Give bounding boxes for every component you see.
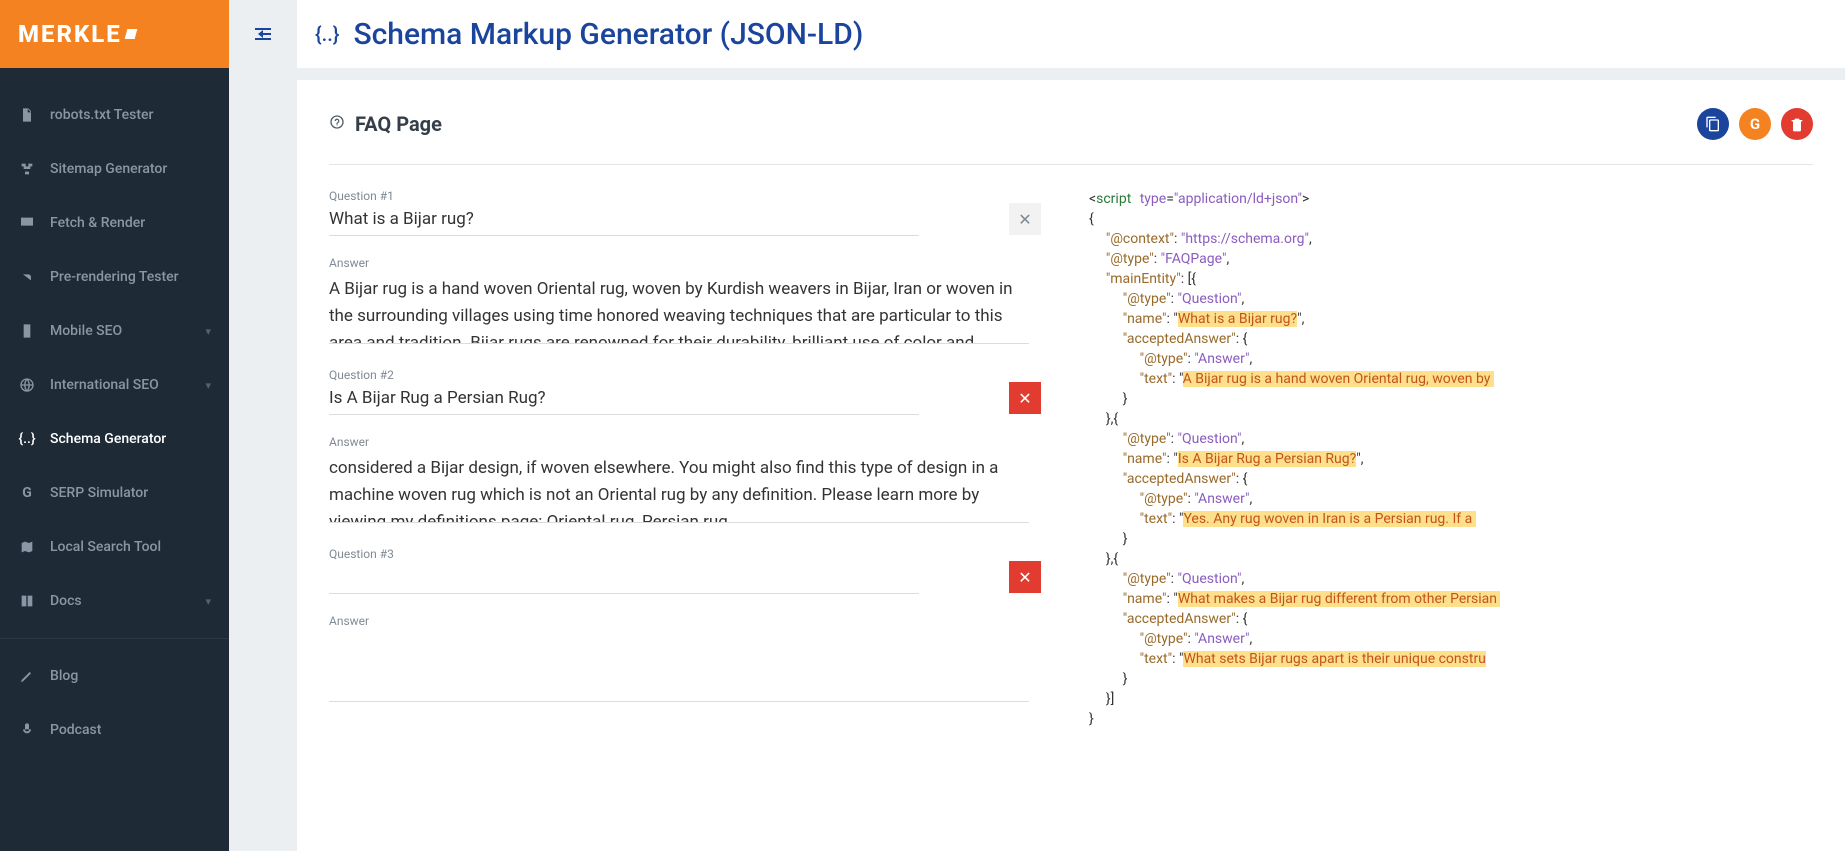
braces-icon: {..}: [315, 22, 339, 46]
nav-label: Pre-rendering Tester: [50, 269, 179, 285]
question-input[interactable]: [329, 563, 919, 594]
sidebar-item-docs[interactable]: Docs ▾: [0, 574, 229, 628]
file-icon: [18, 106, 36, 124]
nav-label: Docs: [50, 593, 82, 609]
book-icon: [18, 592, 36, 610]
answer-textarea[interactable]: considered a Bijar design, if woven else…: [329, 451, 1029, 523]
branch-icon: [18, 268, 36, 286]
chevron-down-icon: ▾: [205, 325, 211, 338]
sidebar-item-podcast[interactable]: Podcast: [0, 703, 229, 757]
card-title: FAQ Page: [355, 112, 442, 136]
sitemap-icon: [18, 160, 36, 178]
pen-icon: [18, 667, 36, 685]
sidebar-item-fetch-render[interactable]: Fetch & Render: [0, 196, 229, 250]
form-column: Question #1✕AnswerA Bijar rug is a hand …: [329, 189, 1049, 851]
nav-label: Mobile SEO: [50, 323, 122, 339]
monitor-icon: [18, 214, 36, 232]
logo-mark: [124, 29, 137, 39]
sidebar: MERKLE robots.txt Tester Sitemap Generato…: [0, 0, 229, 851]
sidebar-item-pre-rendering-tester[interactable]: Pre-rendering Tester: [0, 250, 229, 304]
delete-button[interactable]: [1781, 108, 1813, 140]
brand-text: MERKLE: [18, 20, 122, 48]
page-header: {..} Schema Markup Generator (JSON-LD): [297, 0, 1845, 68]
nav-label: Podcast: [50, 722, 101, 738]
google-icon: G: [18, 484, 36, 502]
chevron-down-icon: ▾: [205, 595, 211, 608]
remove-question-button[interactable]: ✕: [1009, 561, 1041, 593]
sidebar-item-mobile-seo[interactable]: Mobile SEO ▾: [0, 304, 229, 358]
sidebar-item-sitemap-generator[interactable]: Sitemap Generator: [0, 142, 229, 196]
chevron-down-icon: ▾: [205, 379, 211, 392]
nav-label: Fetch & Render: [50, 215, 145, 231]
nav-label: robots.txt Tester: [50, 107, 154, 123]
question-input[interactable]: [329, 205, 919, 236]
code-column: <script type="application/ld+json"> { "@…: [1089, 189, 1813, 851]
help-icon[interactable]: [329, 114, 345, 135]
sidebar-item-serp-simulator[interactable]: G SERP Simulator: [0, 466, 229, 520]
nav-label: International SEO: [50, 377, 159, 393]
nav-label: Schema Generator: [50, 431, 166, 447]
sidebar-item-schema-generator[interactable]: {..} Schema Generator: [0, 412, 229, 466]
nav-label: Blog: [50, 668, 78, 684]
nav-label: Sitemap Generator: [50, 161, 167, 177]
google-test-button[interactable]: G: [1739, 108, 1771, 140]
nav: robots.txt Tester Sitemap Generator Fetch …: [0, 68, 229, 851]
remove-question-button[interactable]: ✕: [1009, 382, 1041, 414]
map-icon: [18, 538, 36, 556]
sidebar-toggle-column: [229, 0, 297, 851]
collapse-sidebar-button[interactable]: [251, 22, 275, 52]
globe-icon: [18, 376, 36, 394]
nav-label: Local Search Tool: [50, 539, 161, 555]
sidebar-item-robots-txt-tester[interactable]: robots.txt Tester: [0, 88, 229, 142]
mic-icon: [18, 721, 36, 739]
nav-label: SERP Simulator: [50, 485, 148, 501]
answer-label: Answer: [329, 614, 1041, 628]
sidebar-item-local-search-tool[interactable]: Local Search Tool: [0, 520, 229, 574]
answer-label: Answer: [329, 435, 1041, 449]
question-input[interactable]: [329, 384, 919, 415]
question-number-label: Question #1: [329, 189, 1041, 203]
braces-icon: {..}: [18, 430, 36, 448]
brand-logo[interactable]: MERKLE: [0, 0, 229, 68]
question-number-label: Question #3: [329, 547, 1041, 561]
question-number-label: Question #2: [329, 368, 1041, 382]
answer-textarea[interactable]: [329, 630, 1029, 702]
page-title: Schema Markup Generator (JSON-LD): [353, 17, 863, 52]
remove-question-button[interactable]: ✕: [1009, 203, 1041, 235]
phone-icon: [18, 322, 36, 340]
copy-button[interactable]: [1697, 108, 1729, 140]
sidebar-item-international-seo[interactable]: International SEO ▾: [0, 358, 229, 412]
answer-label: Answer: [329, 256, 1041, 270]
sidebar-item-blog[interactable]: Blog: [0, 649, 229, 703]
answer-textarea[interactable]: A Bijar rug is a hand woven Oriental rug…: [329, 272, 1029, 344]
